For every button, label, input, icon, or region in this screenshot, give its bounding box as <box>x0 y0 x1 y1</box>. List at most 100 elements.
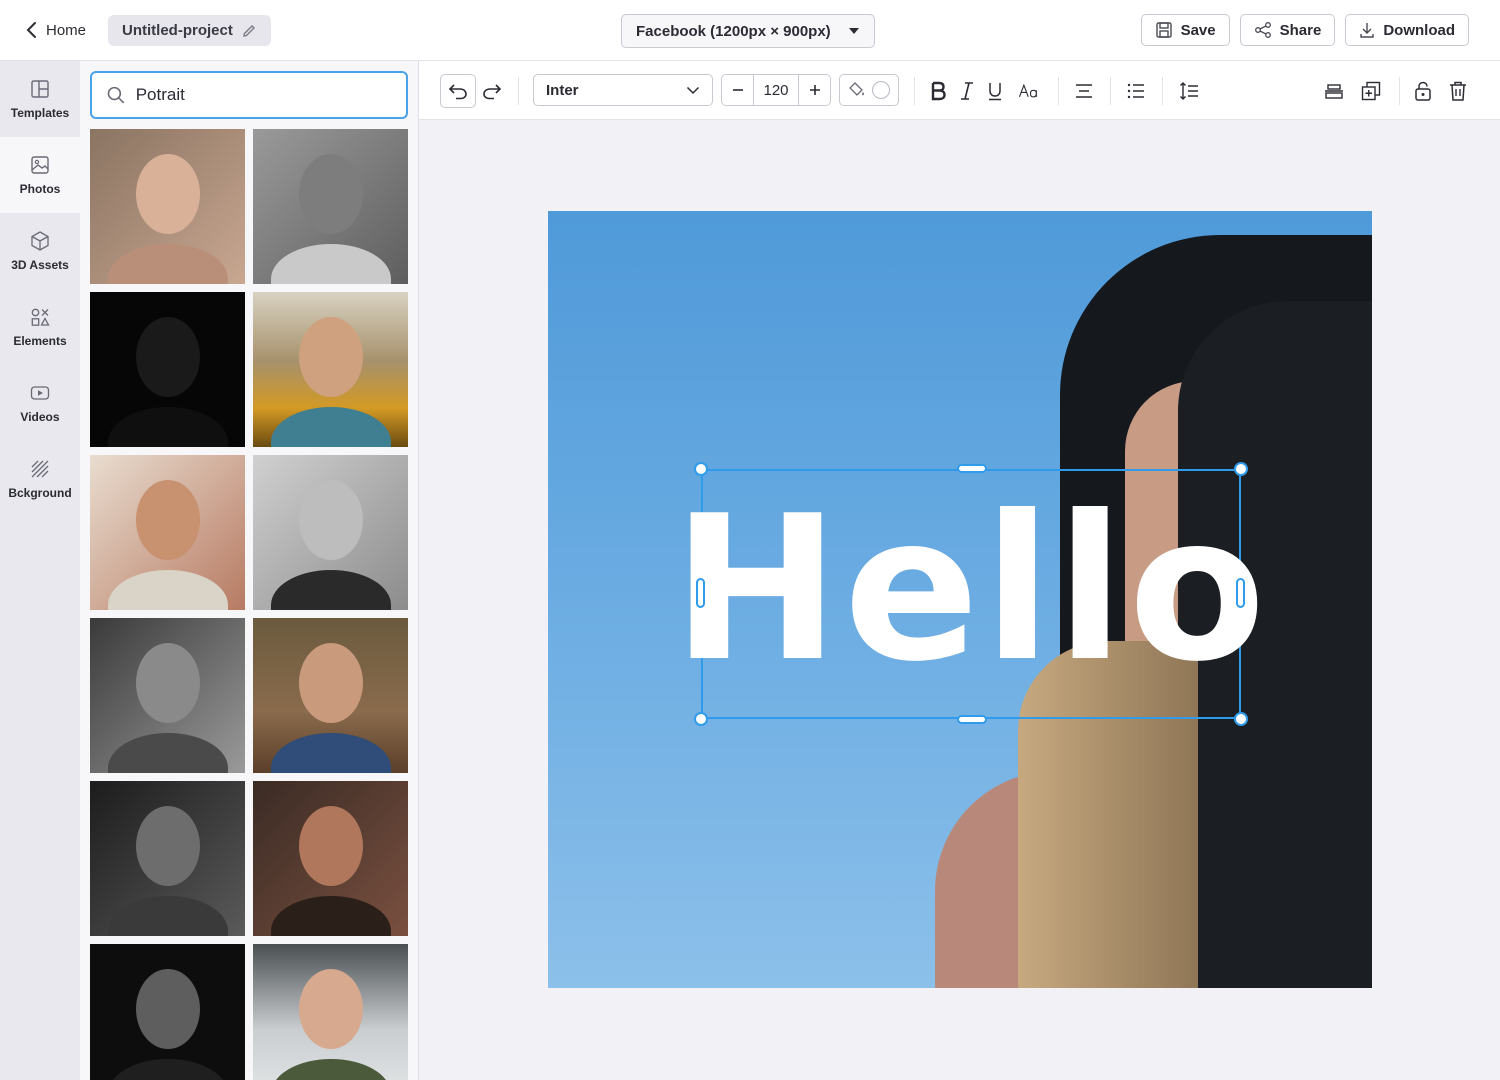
elements-icon <box>31 308 50 326</box>
redo-button[interactable] <box>477 74 507 108</box>
photo-thumbnail[interactable] <box>90 944 245 1080</box>
sidebar-item-label: Videos <box>20 410 60 424</box>
sidebar-item-label: Elements <box>13 334 67 348</box>
background-icon <box>31 460 49 478</box>
3d-assets-icon <box>31 231 49 251</box>
duplicate-button[interactable] <box>1356 76 1386 106</box>
top-bar: Home Untitled-project Facebook (1200px ×… <box>0 0 1500 61</box>
undo-icon <box>448 84 467 100</box>
photo-thumbnail[interactable] <box>90 292 245 447</box>
search-box[interactable] <box>90 71 408 119</box>
sidebar-item-elements[interactable]: Elements <box>0 289 80 365</box>
caret-down-icon <box>849 28 859 34</box>
chevron-left-icon <box>26 22 36 38</box>
photo-thumbnail[interactable] <box>253 129 408 284</box>
pencil-icon <box>242 24 255 37</box>
download-label: Download <box>1383 21 1455 39</box>
sidebar-rail: Templates Photos 3D Assets Elements Vide… <box>0 61 80 1080</box>
format-label: Facebook (1200px × 900px) <box>636 22 831 40</box>
text-color-picker[interactable] <box>839 74 899 106</box>
sidebar-item-background[interactable]: Bckground <box>0 441 80 517</box>
photo-thumbnail[interactable] <box>253 292 408 447</box>
list-icon <box>1127 83 1144 99</box>
resize-handle-bottom-right[interactable] <box>1234 712 1248 726</box>
sidebar-item-label: 3D Assets <box>11 258 69 272</box>
text-case-icon <box>1018 83 1037 98</box>
share-button[interactable]: Share <box>1239 14 1336 46</box>
search-input[interactable] <box>135 85 392 105</box>
plus-icon <box>809 85 820 95</box>
resize-handle-top[interactable] <box>957 464 987 473</box>
italic-icon <box>961 82 973 100</box>
photo-thumbnail[interactable] <box>90 455 245 610</box>
photo-thumbnail[interactable] <box>90 129 245 284</box>
photo-thumbnail[interactable] <box>90 618 245 773</box>
undo-button[interactable] <box>440 74 476 108</box>
videos-icon <box>30 386 50 400</box>
decrease-size-button[interactable] <box>722 75 753 105</box>
text-toolbar: Inter 120 <box>419 61 1500 120</box>
photo-thumbnail[interactable] <box>253 618 408 773</box>
home-label: Home <box>46 21 87 39</box>
canvas-text[interactable]: Hello <box>672 490 1270 690</box>
color-swatch <box>872 81 890 99</box>
templates-icon <box>31 80 49 98</box>
sidebar-item-label: Photos <box>19 182 61 196</box>
resize-handle-left[interactable] <box>696 578 705 608</box>
italic-button[interactable] <box>953 76 981 106</box>
sidebar-item-label: Bckground <box>8 486 72 500</box>
resize-handle-bottom-left[interactable] <box>694 712 708 726</box>
project-name: Untitled-project <box>122 22 233 39</box>
bold-icon <box>931 81 946 101</box>
delete-button[interactable] <box>1444 76 1472 106</box>
save-button[interactable]: Save <box>1140 14 1230 46</box>
resize-handle-bottom[interactable] <box>957 715 987 724</box>
search-icon <box>107 86 125 104</box>
photo-thumbnail[interactable] <box>90 781 245 936</box>
photo-grid <box>90 129 410 1080</box>
align-center-icon <box>1076 84 1092 98</box>
list-button[interactable] <box>1121 76 1151 106</box>
text-selection-box[interactable]: Hello <box>672 469 1266 719</box>
align-layer-button[interactable] <box>1319 76 1349 106</box>
sidebar-item-3d-assets[interactable]: 3D Assets <box>0 213 80 289</box>
resize-handle-top-right[interactable] <box>1234 462 1248 476</box>
text-case-button[interactable] <box>1011 76 1047 106</box>
font-size-value[interactable]: 120 <box>753 75 799 105</box>
font-family-dropdown[interactable]: Inter <box>533 74 713 106</box>
share-icon <box>1254 22 1271 38</box>
sidebar-item-photos[interactable]: Photos <box>0 137 80 213</box>
photo-thumbnail[interactable] <box>253 781 408 936</box>
download-button[interactable]: Download <box>1345 14 1469 46</box>
redo-icon <box>483 84 502 100</box>
lock-button[interactable] <box>1409 76 1437 106</box>
project-name-field[interactable]: Untitled-project <box>108 15 271 46</box>
sidebar-item-videos[interactable]: Videos <box>0 365 80 441</box>
format-dropdown[interactable]: Facebook (1200px × 900px) <box>621 14 875 48</box>
duplicate-icon <box>1361 81 1381 101</box>
home-link[interactable]: Home <box>24 16 86 44</box>
increase-size-button[interactable] <box>799 75 830 105</box>
chevron-down-icon <box>686 86 700 94</box>
underline-icon <box>989 83 1001 101</box>
underline-button[interactable] <box>981 76 1009 106</box>
sidebar-item-label: Templates <box>10 106 70 120</box>
delete-icon <box>1450 81 1466 101</box>
photo-thumbnail[interactable] <box>253 944 408 1080</box>
resize-handle-top-left[interactable] <box>694 462 708 476</box>
fill-color-icon <box>849 82 864 96</box>
photo-thumbnail[interactable] <box>253 455 408 610</box>
photos-icon <box>31 156 49 174</box>
sidebar-item-templates[interactable]: Templates <box>0 61 80 137</box>
align-center-button[interactable] <box>1069 76 1099 106</box>
line-height-icon <box>1180 82 1198 100</box>
font-size-stepper: 120 <box>721 74 831 106</box>
save-icon <box>1155 22 1172 38</box>
share-label: Share <box>1279 21 1322 39</box>
resize-handle-right[interactable] <box>1236 578 1245 608</box>
bold-button[interactable] <box>924 76 952 106</box>
download-icon <box>1360 23 1375 38</box>
photos-panel <box>80 61 419 1080</box>
line-height-button[interactable] <box>1174 76 1204 106</box>
align-layer-icon <box>1325 84 1343 99</box>
